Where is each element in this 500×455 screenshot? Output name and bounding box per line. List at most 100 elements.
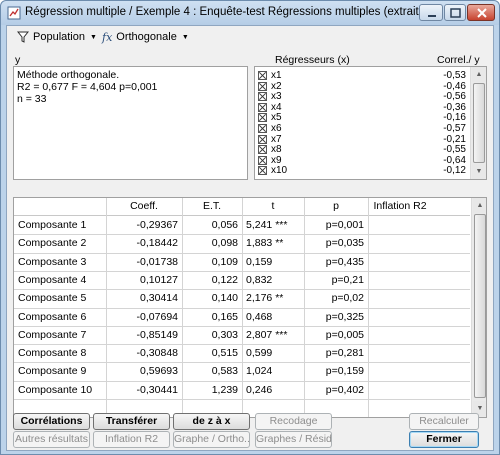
column-header[interactable]: [14, 198, 106, 215]
transferer-button[interactable]: Transférer: [93, 413, 170, 430]
graphes-resid-button[interactable]: Graphes / Résid...: [255, 431, 332, 448]
chevron-down-icon: ▼: [90, 33, 97, 41]
row-label: Composante 10: [18, 383, 93, 396]
checkbox-checked-icon[interactable]: [258, 124, 267, 133]
row-label: Composante 3: [18, 255, 87, 268]
column-divider: [106, 198, 107, 417]
regressor-name: x9: [271, 154, 282, 166]
column-header[interactable]: p: [304, 198, 368, 215]
table-cell: p=0,21: [331, 273, 364, 286]
regressor-correlation: -0,46: [443, 80, 466, 92]
scrollbar-thumb[interactable]: [473, 83, 485, 163]
table-cell: 1,024: [246, 365, 273, 378]
regressor-name: x4: [271, 101, 282, 113]
main-window: Régression multiple / Exemple 4 : Enquêt…: [0, 0, 500, 455]
close-button[interactable]: [467, 4, 495, 21]
regressor-item[interactable]: x10: [258, 165, 287, 176]
method-menu[interactable]: fx Orthogonale ▼: [102, 29, 189, 45]
window-title: Régression multiple / Exemple 4 : Enquêt…: [25, 6, 420, 18]
recalculer-button[interactable]: Recalculer: [409, 413, 479, 430]
autres-resultats-button[interactable]: Autres résultats: [13, 431, 90, 448]
regressor-name: x6: [271, 123, 282, 134]
scroll-down-icon[interactable]: ▼: [472, 164, 486, 179]
checkbox-checked-icon[interactable]: [258, 155, 267, 165]
table-cell: [372, 381, 428, 399]
checkbox-checked-icon[interactable]: [258, 145, 267, 155]
table-cell: [372, 216, 428, 234]
checkbox-checked-icon[interactable]: [258, 102, 267, 112]
regressor-item[interactable]: x7: [258, 134, 282, 145]
scrollbar-thumb[interactable]: [474, 214, 486, 398]
table-scrollbar[interactable]: ▲ ▼: [471, 198, 486, 417]
checkbox-checked-icon[interactable]: [258, 81, 267, 91]
regressor-name: x7: [271, 133, 282, 145]
table-cell: 0,109: [211, 255, 238, 268]
table-cell: 5,241 ***: [246, 219, 288, 231]
method-text: Méthode orthogonale.: [17, 69, 120, 81]
correlation-header: Correl./ y: [437, 54, 480, 66]
column-header[interactable]: Inflation R2: [368, 198, 432, 215]
column-header[interactable]: t: [242, 198, 304, 215]
regressor-item[interactable]: x6: [258, 123, 282, 134]
checkbox-checked-icon[interactable]: [258, 113, 267, 123]
regressor-correlation: -0,21: [443, 133, 466, 145]
regressor-item[interactable]: x2: [258, 81, 282, 92]
correlations-button[interactable]: Corrélations: [13, 413, 90, 430]
checkbox-checked-icon[interactable]: [258, 92, 267, 102]
maximize-button[interactable]: [444, 4, 466, 21]
column-header[interactable]: Coeff.: [106, 198, 182, 215]
table-cell: 0,122: [211, 273, 238, 286]
fermer-button[interactable]: Fermer: [409, 431, 479, 448]
regressor-item[interactable]: x5: [258, 112, 282, 123]
regressors-scrollbar[interactable]: ▲ ▼: [470, 67, 486, 179]
regressor-name: x8: [271, 144, 282, 156]
table-cell: 0,468: [246, 310, 273, 323]
table-cell: 0,59693: [140, 365, 178, 378]
column-divider: [242, 198, 243, 417]
table-cell: p=0,035: [325, 237, 364, 250]
inflation-r2-button[interactable]: Inflation R2: [93, 431, 170, 448]
checkbox-checked-icon[interactable]: [258, 134, 267, 144]
de-z-a-x-button[interactable]: de z à x: [173, 413, 250, 430]
chevron-down-icon: ▼: [181, 33, 189, 41]
row-label: Composante 9: [18, 365, 87, 378]
table-cell: p=0,281: [325, 347, 364, 360]
row-label: Composante 1: [18, 219, 87, 231]
regressor-name: x5: [271, 112, 282, 124]
table-cell: 1,883 **: [246, 237, 284, 250]
regressor-item[interactable]: x4: [258, 102, 282, 113]
regressors-header: Régresseurs (x): [275, 54, 350, 66]
column-divider: [368, 198, 369, 417]
table-cell: 0,056: [211, 219, 238, 231]
regressor-item[interactable]: x3: [258, 91, 282, 102]
row-label: Composante 6: [18, 310, 87, 323]
graphe-ortho-button[interactable]: Graphe / Ortho...: [173, 431, 250, 448]
row-label: Composante 8: [18, 347, 87, 360]
minimize-button[interactable]: [419, 4, 443, 21]
regressor-item[interactable]: x1: [258, 70, 282, 81]
table-cell: p=0,001: [325, 219, 364, 231]
scroll-up-icon[interactable]: ▲: [473, 198, 486, 213]
column-divider: [182, 198, 183, 417]
checkbox-checked-icon[interactable]: [258, 166, 267, 176]
scroll-up-icon[interactable]: ▲: [472, 67, 486, 82]
client-area: Population ▼ fx Orthogonale ▼ y Régresse…: [6, 25, 494, 451]
table-cell: [372, 344, 428, 362]
title-bar[interactable]: Régression multiple / Exemple 4 : Enquêt…: [1, 1, 499, 25]
table-cell: 1,239: [211, 383, 238, 396]
table-cell: 2,807 ***: [246, 328, 288, 341]
toolbar: Population ▼ fx Orthogonale ▼: [7, 26, 493, 48]
n-text: n = 33: [17, 93, 47, 105]
table-cell: -0,30848: [136, 347, 178, 360]
summary-panel: Méthode orthogonale. R2 = 0,677 F = 4,60…: [13, 66, 248, 180]
regressor-name: x10: [271, 165, 288, 177]
regressors-panel: x1 -0,53 x2 -0,46 x3 -0,56 x4 -0,36 x5 -0,16 x6 -0,…: [254, 66, 487, 180]
table-cell: [372, 253, 428, 271]
checkbox-checked-icon[interactable]: [258, 71, 267, 80]
regressor-item[interactable]: x9: [258, 155, 282, 166]
recodage-button[interactable]: Recodage: [255, 413, 332, 430]
table-cell: [372, 234, 428, 252]
column-header[interactable]: E.T.: [182, 198, 242, 215]
population-menu[interactable]: Population ▼: [17, 29, 97, 45]
regressor-item[interactable]: x8: [258, 144, 282, 155]
